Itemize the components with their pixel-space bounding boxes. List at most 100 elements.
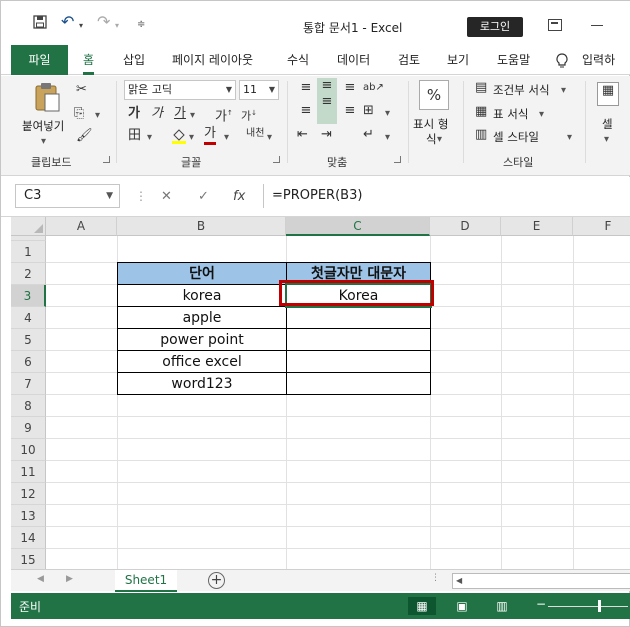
tab-formulas[interactable]: 수식: [287, 45, 309, 75]
align-middle-icon[interactable]: ≡ ≡: [317, 78, 337, 124]
align-top-icon[interactable]: ≡: [297, 80, 315, 96]
conditional-format-icon[interactable]: ▤: [475, 80, 487, 96]
number-format-label-1[interactable]: 표시 형: [413, 116, 448, 132]
row-header-10[interactable]: 10: [11, 439, 46, 461]
font-color-icon[interactable]: 가: [204, 126, 216, 145]
paste-button[interactable]: 붙여넣기: [22, 118, 64, 134]
sheet-tab-sheet1[interactable]: Sheet1: [115, 570, 177, 592]
normal-view-icon[interactable]: ▦: [408, 597, 436, 615]
enter-icon[interactable]: ✓: [198, 189, 209, 204]
page-break-view-icon[interactable]: ▥: [488, 597, 516, 615]
row-header-3[interactable]: 3: [11, 285, 46, 307]
percent-icon[interactable]: %: [419, 80, 449, 110]
font-name-combo[interactable]: 맑은 고딕 ▼: [124, 80, 236, 100]
cell-c5[interactable]: [286, 328, 431, 351]
tab-file[interactable]: 파일: [11, 45, 68, 75]
number-format-dropdown-icon[interactable]: ▾: [437, 132, 442, 148]
tab-splitter-icon[interactable]: ⋮: [431, 573, 440, 583]
row-header-11[interactable]: 11: [11, 461, 46, 483]
cells-icon[interactable]: ▦: [597, 82, 619, 106]
undo-dropdown-icon[interactable]: ▾: [79, 21, 83, 30]
fill-color-icon[interactable]: [171, 127, 187, 150]
cell-styles-button[interactable]: 셀 스타일: [493, 129, 539, 145]
font-size-combo[interactable]: 11 ▼: [239, 80, 279, 100]
tab-page-layout[interactable]: 페이지 레이아웃: [172, 45, 253, 75]
align-right-icon[interactable]: ≡: [341, 103, 359, 119]
row-header-4[interactable]: 4: [11, 307, 46, 329]
conditional-format-dropdown-icon[interactable]: ▾: [561, 83, 566, 99]
decrease-indent-icon[interactable]: ⇤: [297, 127, 308, 143]
row-header-6[interactable]: 6: [11, 351, 46, 373]
undo-icon[interactable]: ↶: [61, 12, 74, 31]
wrap-text-icon[interactable]: ↵: [363, 127, 374, 143]
increase-indent-icon[interactable]: ⇥: [321, 127, 332, 143]
redo-icon[interactable]: ↷: [97, 12, 110, 31]
underline-dropdown-icon[interactable]: ▾: [190, 108, 195, 124]
borders-icon[interactable]: 田: [128, 128, 141, 144]
insert-function-icon[interactable]: fx: [233, 189, 245, 204]
horizontal-scrollbar[interactable]: ◀: [452, 573, 630, 589]
add-sheet-icon[interactable]: +: [208, 572, 225, 589]
row-header-12[interactable]: 12: [11, 483, 46, 505]
table-format-button[interactable]: 표 서식: [493, 106, 528, 122]
conditional-format-button[interactable]: 조건부 서식: [493, 82, 550, 98]
tell-me-search[interactable]: 입력하: [582, 45, 615, 75]
table-format-dropdown-icon[interactable]: ▾: [539, 107, 544, 123]
page-layout-view-icon[interactable]: ▣: [448, 597, 476, 615]
cell-b7[interactable]: word123: [117, 372, 287, 395]
cell-c7[interactable]: [286, 372, 431, 395]
cell-c4[interactable]: [286, 306, 431, 329]
cell-b6[interactable]: office excel: [117, 350, 287, 373]
tab-data[interactable]: 데이터: [337, 45, 370, 75]
formula-input[interactable]: =PROPER(B3): [263, 184, 630, 208]
ribbon-display-options-icon[interactable]: [548, 19, 562, 31]
minimize-icon[interactable]: [591, 25, 603, 26]
cancel-icon[interactable]: ✕: [161, 189, 172, 204]
tab-home[interactable]: 홈: [83, 45, 95, 75]
borders-dropdown-icon[interactable]: ▾: [147, 130, 152, 146]
customize-toolbar-icon[interactable]: ≑: [137, 19, 145, 30]
font-launcher-icon[interactable]: [273, 156, 280, 163]
copy-icon[interactable]: ⎘: [74, 106, 84, 122]
table-format-icon[interactable]: ▦: [475, 104, 487, 120]
cell-styles-icon[interactable]: ▥: [475, 127, 487, 143]
login-button[interactable]: 로그인: [467, 17, 523, 37]
merge-center-icon[interactable]: ⊞: [363, 103, 374, 119]
row-header-7[interactable]: 7: [11, 373, 46, 395]
row-header-15[interactable]: 15: [11, 549, 46, 569]
format-painter-icon[interactable]: 🖌: [76, 128, 93, 144]
orientation-icon[interactable]: ab↗: [363, 80, 384, 96]
cell-c6[interactable]: [286, 350, 431, 373]
bold-button[interactable]: 가: [128, 106, 140, 122]
phonetic-icon[interactable]: 내천: [246, 126, 264, 142]
column-header-f[interactable]: F: [573, 217, 630, 236]
clipboard-launcher-icon[interactable]: [103, 156, 110, 163]
fill-color-dropdown-icon[interactable]: ▾: [189, 130, 194, 146]
row-header-2[interactable]: 2: [11, 263, 46, 285]
tab-help[interactable]: 도움말: [497, 45, 530, 75]
merge-dropdown-icon[interactable]: ▾: [385, 106, 390, 122]
alignment-launcher-icon[interactable]: [394, 156, 401, 163]
align-left-icon[interactable]: ≡: [297, 103, 315, 119]
select-all-button[interactable]: [11, 217, 46, 236]
name-box[interactable]: C3 ▼: [15, 184, 120, 208]
tab-insert[interactable]: 삽입: [123, 45, 145, 75]
cell-b3[interactable]: korea: [117, 284, 287, 307]
wrap-dropdown-icon[interactable]: ▾: [385, 130, 390, 146]
font-color-dropdown-icon[interactable]: ▾: [224, 130, 229, 146]
scroll-left-arrow-icon[interactable]: ◀: [456, 576, 462, 585]
paste-dropdown-icon[interactable]: ▾: [41, 134, 46, 150]
tab-view[interactable]: 보기: [447, 45, 469, 75]
column-header-a[interactable]: A: [46, 217, 117, 236]
column-header-e[interactable]: E: [501, 217, 573, 236]
italic-button[interactable]: 가: [151, 106, 163, 122]
copy-dropdown-icon[interactable]: ▾: [95, 108, 100, 124]
column-header-c[interactable]: C: [286, 217, 430, 236]
row-header-9[interactable]: 9: [11, 417, 46, 439]
zoom-slider-thumb[interactable]: [598, 600, 601, 612]
cell-b2[interactable]: 단어: [117, 262, 287, 285]
row-header-8[interactable]: 8: [11, 395, 46, 417]
tab-review[interactable]: 검토: [398, 45, 420, 75]
phonetic-dropdown-icon[interactable]: ▾: [267, 130, 272, 146]
scroll-left-icon[interactable]: ◀: [37, 574, 44, 584]
